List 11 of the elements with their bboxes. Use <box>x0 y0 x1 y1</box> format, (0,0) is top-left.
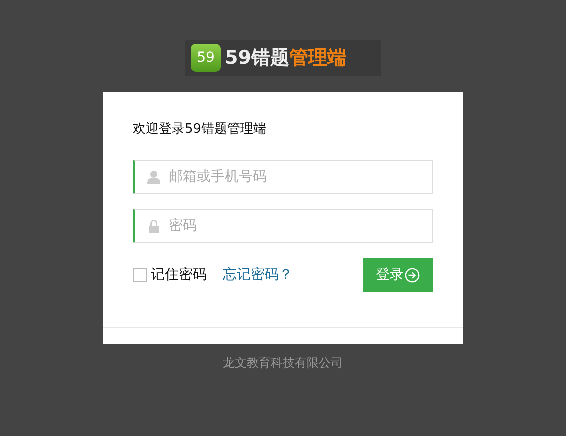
input-field[interactable]: 密码 <box>133 209 433 243</box>
logo-title: 59错题 <box>225 46 290 71</box>
arrow-circle-icon <box>405 268 420 282</box>
company-name: 龙文教育科技有限公司 <box>223 355 343 372</box>
logo-subtitle: 管理端 <box>289 46 346 71</box>
input-field[interactable]: 邮箱或手机号码 <box>133 160 433 194</box>
forgot-password-link[interactable]: 忘记密码？ <box>223 266 293 284</box>
remember-label: 记住密码 <box>151 266 207 284</box>
welcome-heading: 欢迎登录59错题管理端 <box>133 121 268 138</box>
checkbox[interactable] <box>133 268 147 282</box>
logo-badge: 59 <box>191 44 221 72</box>
